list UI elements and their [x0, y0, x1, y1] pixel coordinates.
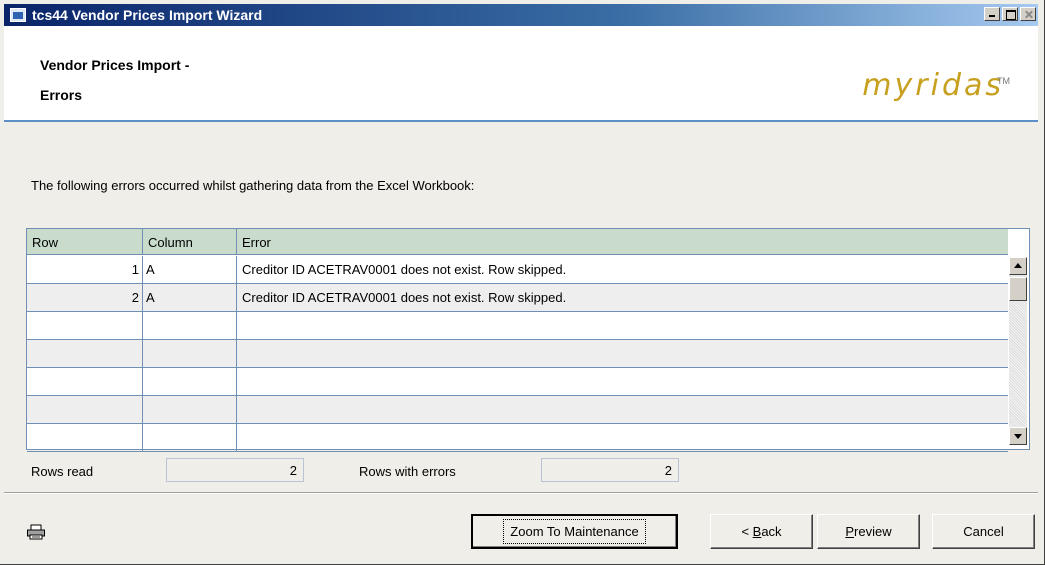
cell-error	[237, 340, 1008, 367]
cell-error: Creditor ID ACETRAV0001 does not exist. …	[242, 290, 567, 305]
cell-error	[237, 424, 1008, 451]
cell-row: 2	[27, 284, 143, 311]
cell-column: A	[143, 284, 237, 311]
cell-row	[27, 312, 143, 339]
scroll-down-icon[interactable]	[1009, 427, 1027, 445]
cell-column	[143, 312, 237, 339]
printer-icon[interactable]	[26, 524, 46, 540]
wizard-header: Vendor Prices Import - Errors myridas TM	[4, 26, 1038, 122]
column-header-error[interactable]: Error	[237, 229, 1008, 254]
footer-divider	[4, 492, 1038, 494]
errors-grid[interactable]: Row Column Error 1 A Creditor ID ACETRAV…	[26, 228, 1030, 452]
preview-button[interactable]: Preview	[817, 514, 920, 549]
table-row[interactable]	[27, 424, 1008, 452]
header-title: Vendor Prices Import -	[40, 57, 190, 73]
intro-text: The following errors occurred whilst gat…	[31, 178, 475, 193]
grid-header: Row Column Error	[27, 229, 1008, 255]
cell-column	[143, 396, 237, 423]
cell-row	[27, 368, 143, 395]
cell-error	[237, 396, 1008, 423]
table-row[interactable]	[27, 368, 1008, 396]
wizard-window: tcs44 Vendor Prices Import Wizard Vendor…	[0, 0, 1045, 565]
rows-errors-label: Rows with errors	[359, 464, 456, 479]
brand-logo: myridas	[862, 68, 1004, 103]
cell-row	[27, 424, 143, 451]
table-row[interactable]	[27, 312, 1008, 340]
column-header-column[interactable]: Column	[143, 229, 237, 254]
table-row[interactable]: 1 A Creditor ID ACETRAV0001 does not exi…	[27, 256, 1008, 284]
cell-column: A	[143, 256, 237, 283]
cell-row: 1	[27, 256, 143, 283]
rows-read-field: 2	[166, 458, 304, 482]
app-icon[interactable]	[10, 8, 26, 22]
zoom-to-maintenance-label: Zoom To Maintenance	[503, 519, 646, 544]
cell-column	[143, 340, 237, 367]
zoom-to-maintenance-button[interactable]: Zoom To Maintenance	[471, 514, 678, 549]
minimize-button[interactable]	[984, 7, 1000, 21]
column-header-row[interactable]: Row	[27, 229, 143, 254]
maximize-button[interactable]	[1002, 7, 1018, 21]
scroll-up-icon[interactable]	[1009, 257, 1027, 275]
rows-read-label: Rows read	[31, 464, 94, 479]
header-subtitle: Errors	[40, 87, 83, 103]
cancel-button[interactable]: Cancel	[932, 514, 1035, 549]
back-label: < Back	[741, 524, 782, 539]
preview-label: Preview	[845, 524, 892, 539]
title-bar[interactable]: tcs44 Vendor Prices Import Wizard	[4, 4, 1038, 26]
table-row[interactable]	[27, 396, 1008, 424]
cell-column	[143, 424, 237, 451]
cell-error	[237, 368, 1008, 395]
cell-row	[27, 340, 143, 367]
table-row[interactable]: 2 A Creditor ID ACETRAV0001 does not exi…	[27, 284, 1008, 312]
vertical-scrollbar[interactable]	[1009, 257, 1027, 445]
window-controls	[984, 7, 1036, 21]
close-button[interactable]	[1020, 7, 1036, 21]
table-row[interactable]	[27, 340, 1008, 368]
window-title: tcs44 Vendor Prices Import Wizard	[32, 7, 263, 23]
cell-row	[27, 396, 143, 423]
back-button[interactable]: < Back	[710, 514, 813, 549]
cell-error: Creditor ID ACETRAV0001 does not exist. …	[242, 262, 567, 277]
scroll-thumb[interactable]	[1009, 277, 1027, 301]
cell-error	[237, 312, 1008, 339]
rows-errors-field: 2	[541, 458, 679, 482]
cell-column	[143, 368, 237, 395]
trademark-mark: TM	[997, 76, 1010, 86]
grid-body: 1 A Creditor ID ACETRAV0001 does not exi…	[27, 256, 1008, 452]
